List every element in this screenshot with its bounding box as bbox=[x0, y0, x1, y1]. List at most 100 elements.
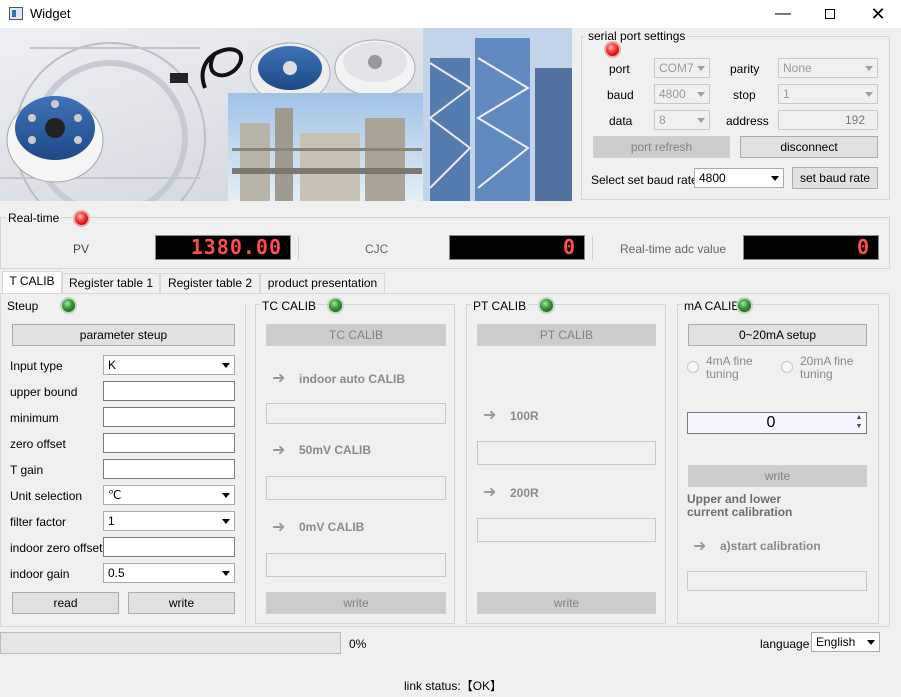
progress-bar bbox=[0, 632, 341, 654]
disconnect-button[interactable]: disconnect bbox=[740, 136, 878, 158]
ma-write-button[interactable]: write bbox=[688, 465, 867, 487]
ma-calib-title: mA CALIB bbox=[682, 299, 742, 313]
pt-step-100r: 100R bbox=[510, 409, 539, 423]
pt-write-button[interactable]: write bbox=[477, 592, 656, 614]
ma-calibration-description: Upper and lower current calibration bbox=[687, 492, 793, 519]
set-baud-rate-button[interactable]: set baud rate bbox=[792, 167, 878, 189]
unit-selection-label: Unit selection bbox=[10, 489, 83, 503]
tab-register-table-1[interactable]: Register table 1 bbox=[62, 273, 160, 293]
port-select[interactable]: COM7 bbox=[654, 58, 710, 78]
set-baud-label: Select set baud rate bbox=[591, 173, 698, 187]
tc-calib-title: TC CALIB bbox=[260, 299, 319, 313]
indoor-gain-select[interactable]: 0.5 bbox=[103, 563, 235, 583]
realtime-divider-1 bbox=[298, 236, 299, 260]
realtime-title: Real-time bbox=[6, 211, 62, 225]
pt-calib-title: PT CALIB bbox=[471, 299, 529, 313]
parameter-steup-button[interactable]: parameter steup bbox=[12, 324, 235, 346]
cjc-display: 0 bbox=[449, 235, 585, 260]
cjc-label: CJC bbox=[365, 242, 389, 256]
tab-t-calib[interactable]: T CALIB bbox=[2, 271, 62, 293]
tab-register-table-2[interactable]: Register table 2 bbox=[160, 273, 260, 293]
tc-0mv-field[interactable] bbox=[266, 553, 446, 577]
title-bar: Widget — ✕ bbox=[0, 0, 901, 28]
input-type-label: Input type bbox=[10, 359, 63, 373]
pt-200r-field[interactable] bbox=[477, 518, 656, 542]
address-label: address bbox=[726, 114, 769, 128]
read-button[interactable]: read bbox=[12, 592, 119, 614]
pv-display: 1380.00 bbox=[155, 235, 291, 260]
serial-port-title: serial port settings bbox=[586, 29, 688, 43]
arrow-right-icon: ➜ bbox=[272, 519, 286, 536]
ma-value-spinbox[interactable]: 0 bbox=[687, 412, 867, 434]
unit-selection-select[interactable]: ℃ bbox=[103, 485, 235, 505]
spin-arrows-icon[interactable]: ▲ ▼ bbox=[852, 413, 866, 433]
indoor-zero-offset-label: indoor zero offset bbox=[10, 541, 103, 555]
arrow-right-icon: ➜ bbox=[272, 370, 286, 387]
tc-status-led bbox=[329, 299, 342, 312]
baud-select[interactable]: 4800 bbox=[654, 84, 710, 104]
upper-bound-label: upper bound bbox=[10, 385, 78, 399]
product-banner-image bbox=[0, 28, 572, 201]
ma-setup-button[interactable]: 0~20mA setup bbox=[688, 324, 867, 346]
close-icon[interactable]: ✕ bbox=[855, 0, 901, 28]
serial-status-led bbox=[606, 43, 619, 56]
adc-display: 0 bbox=[743, 235, 879, 260]
pt-step-200r: 200R bbox=[510, 486, 539, 500]
link-status: link status:【OK】 bbox=[404, 679, 503, 693]
arrow-right-icon: ➜ bbox=[272, 442, 286, 459]
tc-calib-button[interactable]: TC CALIB bbox=[266, 324, 446, 346]
tc-write-button[interactable]: write bbox=[266, 592, 446, 614]
tab-product-presentation[interactable]: product presentation bbox=[260, 273, 385, 293]
pv-label: PV bbox=[73, 242, 90, 256]
tc-50mv-field[interactable] bbox=[266, 476, 446, 500]
progress-label: 0% bbox=[349, 637, 367, 651]
parity-select[interactable]: None bbox=[778, 58, 878, 78]
filter-factor-select[interactable]: 1 bbox=[103, 511, 235, 531]
arrow-right-icon: ➜ bbox=[483, 484, 497, 501]
set-baud-select[interactable]: 4800 bbox=[694, 168, 784, 188]
realtime-status-led bbox=[75, 212, 88, 225]
ma-calibration-field[interactable] bbox=[687, 571, 867, 591]
tc-step-50mv: 50mV CALIB bbox=[299, 443, 372, 457]
tc-step-0mv: 0mV CALIB bbox=[299, 520, 365, 534]
language-select[interactable]: English bbox=[811, 632, 880, 652]
port-label: port bbox=[609, 62, 630, 76]
adc-label: Real-time adc value bbox=[620, 242, 727, 256]
tc-indoor-auto-field[interactable] bbox=[266, 403, 446, 424]
arrow-right-icon: ➜ bbox=[693, 538, 707, 555]
upper-bound-input[interactable] bbox=[103, 381, 235, 401]
t-gain-input[interactable] bbox=[103, 459, 235, 479]
input-type-select[interactable]: K bbox=[103, 355, 235, 375]
indoor-gain-label: indoor gain bbox=[10, 567, 70, 581]
pt-status-led bbox=[540, 299, 553, 312]
indoor-zero-offset-input[interactable] bbox=[103, 537, 235, 557]
stop-label: stop bbox=[733, 88, 756, 102]
steup-status-led bbox=[62, 299, 75, 312]
app-icon bbox=[9, 7, 23, 20]
baud-label: baud bbox=[607, 88, 634, 102]
radio-20ma-label: 20mA fine tuning bbox=[800, 354, 854, 381]
zero-offset-input[interactable] bbox=[103, 433, 235, 453]
minimize-icon[interactable]: — bbox=[760, 0, 806, 28]
address-field[interactable]: 192 bbox=[778, 110, 878, 130]
port-refresh-button[interactable]: port refresh bbox=[593, 136, 730, 158]
parity-label: parity bbox=[730, 62, 760, 76]
steup-title: Steup bbox=[7, 299, 39, 313]
minimum-label: minimum bbox=[10, 411, 59, 425]
stop-select[interactable]: 1 bbox=[778, 84, 878, 104]
pt-100r-field[interactable] bbox=[477, 441, 656, 465]
data-label: data bbox=[609, 114, 633, 128]
pt-calib-button[interactable]: PT CALIB bbox=[477, 324, 656, 346]
t-gain-label: T gain bbox=[10, 463, 44, 477]
window-title: Widget bbox=[30, 6, 71, 21]
filter-factor-label: filter factor bbox=[10, 515, 67, 529]
realtime-divider-2 bbox=[592, 236, 593, 260]
radio-20ma-fine-tuning[interactable] bbox=[781, 361, 793, 373]
maximize-icon[interactable] bbox=[807, 0, 853, 28]
ma-status-led bbox=[738, 299, 751, 312]
radio-4ma-fine-tuning[interactable] bbox=[687, 361, 699, 373]
minimum-input[interactable] bbox=[103, 407, 235, 427]
data-select[interactable]: 8 bbox=[654, 110, 710, 130]
steup-write-button[interactable]: write bbox=[128, 592, 235, 614]
arrow-right-icon: ➜ bbox=[483, 407, 497, 424]
